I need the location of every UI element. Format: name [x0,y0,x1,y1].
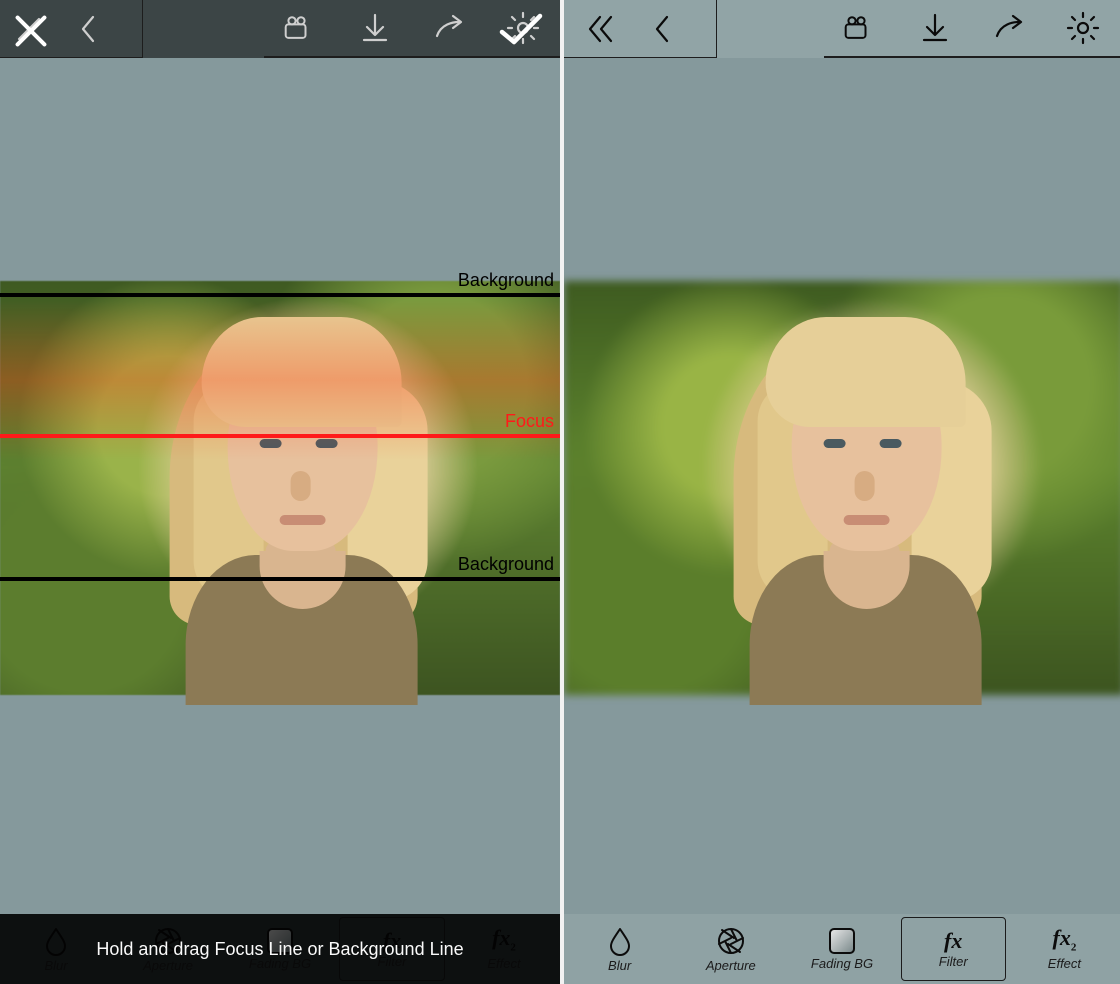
photo-subject [688,281,1028,695]
tool-aperture-label: Aperture [706,958,756,973]
aperture-icon [716,926,746,956]
chevron-left-icon [71,11,107,47]
cancel-edit-button[interactable] [10,10,52,52]
settings-button[interactable] [1046,0,1120,57]
download-button[interactable] [338,0,412,57]
back-button[interactable] [632,0,694,58]
hint-text: Hold and drag Focus Line or Background L… [96,939,463,960]
fading-square-icon [829,928,855,954]
check-icon [496,12,544,48]
gear-icon [1065,10,1101,46]
top-toolbar-left [0,0,560,58]
focus-line[interactable] [0,434,560,438]
top-toolbar-right [564,0,1120,58]
background-line-top[interactable] [0,293,560,297]
tool-effect-label: Effect [1048,956,1081,971]
video-button[interactable] [824,0,898,57]
chevron-left-icon [645,11,681,47]
share-icon [431,10,467,46]
tool-aperture[interactable]: Aperture [675,914,786,984]
video-camera-icon [843,10,879,46]
background-line-bottom[interactable] [0,577,560,581]
download-button[interactable] [898,0,972,57]
share-button[interactable] [412,0,486,57]
tool-fading-label: Fading BG [811,956,873,971]
tool-fading-bg[interactable]: Fading BG [786,914,897,984]
toolbar-left-group [564,0,717,58]
hint-overlay: Hold and drag Focus Line or Background L… [0,914,560,984]
bottom-toolbar-right: Blur Aperture Fading BG fx Filter fx2 Ef… [564,914,1120,984]
tool-blur[interactable]: Blur [564,914,675,984]
tool-effect[interactable]: fx2 Effect [1009,914,1120,984]
double-chevron-left-icon [583,11,619,47]
share-icon [991,10,1027,46]
back-button[interactable] [58,0,120,58]
download-icon [357,10,393,46]
fx-icon: fx [944,930,962,952]
drop-icon [605,926,635,956]
download-icon [917,10,953,46]
first-button[interactable] [570,0,632,58]
photo-subject [124,281,464,695]
video-camera-icon [283,10,319,46]
tool-filter-label: Filter [939,954,968,969]
left-pane: Background Focus Background Blur Apertur… [0,0,560,984]
tool-blur-label: Blur [608,958,631,973]
tool-filter[interactable]: fx Filter [898,914,1009,984]
photo-canvas-left[interactable] [0,281,560,695]
video-button[interactable] [264,0,338,57]
confirm-edit-button[interactable] [496,12,544,48]
share-button[interactable] [972,0,1046,57]
photo-canvas-right[interactable] [564,281,1120,695]
fx2-icon: fx2 [1053,927,1077,953]
toolbar-right-group [824,0,1120,58]
right-pane: Blur Aperture Fading BG fx Filter fx2 Ef… [560,0,1120,984]
